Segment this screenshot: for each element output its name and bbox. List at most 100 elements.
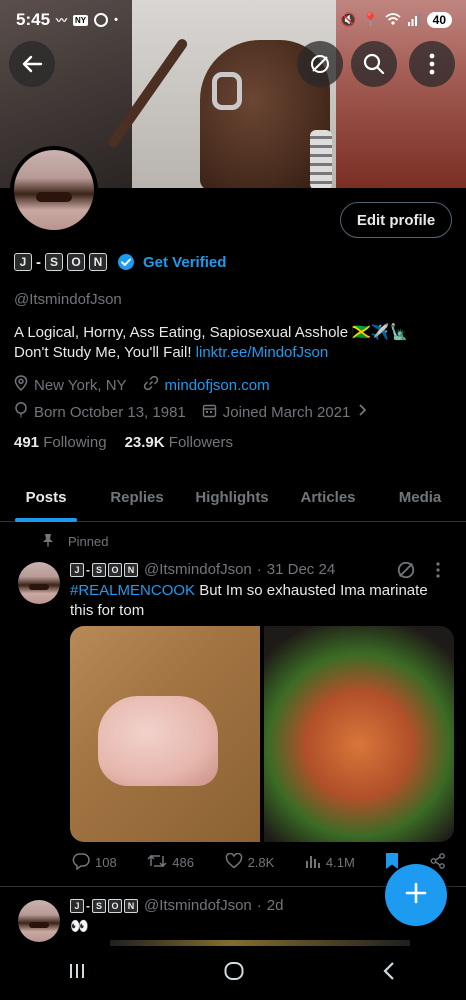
notification-circle-icon: [94, 13, 109, 27]
following-label: Following: [43, 434, 107, 451]
heart-icon: [225, 852, 243, 872]
views-count: 4.1M: [325, 855, 355, 870]
following-link[interactable]: 491 Following: [14, 434, 107, 451]
wifi-icon: [385, 12, 401, 29]
more-button[interactable]: [409, 41, 455, 87]
profile-website[interactable]: mindofjson.com: [165, 377, 270, 394]
reply-button[interactable]: 108: [72, 852, 117, 873]
notification-app-icon: NY: [73, 14, 89, 26]
link-icon: [143, 375, 159, 395]
tab-posts[interactable]: Posts: [0, 472, 92, 522]
profile-location: New York, NY: [34, 376, 127, 394]
bio-link[interactable]: linktr.ee/MindofJson: [196, 344, 329, 361]
arrow-left-icon: [21, 53, 43, 75]
slash-circle-icon: [309, 53, 331, 75]
followers-link[interactable]: 23.9K Followers: [125, 434, 233, 451]
search-button[interactable]: [351, 41, 397, 87]
back-button[interactable]: [9, 41, 55, 87]
profile-meta-row-2: Born October 13, 1981 Joined March 2021: [14, 402, 368, 422]
tab-media[interactable]: Media: [374, 472, 466, 522]
followers-label: Followers: [168, 434, 233, 451]
name-dash: -: [36, 253, 41, 271]
reply-count: 108: [95, 855, 117, 870]
post-separator: ·: [256, 897, 262, 914]
post-image-1[interactable]: [70, 626, 260, 842]
post-hashtag[interactable]: #REALMENCOOK: [70, 582, 195, 599]
display-name: J - S O N Get Verified: [14, 253, 226, 271]
system-navigation-bar: [0, 946, 466, 1000]
name-glyph: N: [89, 253, 107, 271]
tab-replies[interactable]: Replies: [92, 472, 182, 522]
like-count: 2.8K: [247, 855, 275, 870]
name-glyph: O: [67, 253, 85, 271]
name-glyph: J: [70, 562, 84, 577]
profile-avatar-frame[interactable]: [10, 146, 98, 234]
pinned-label: Pinned: [68, 534, 109, 549]
name-glyph: N: [124, 898, 138, 913]
post-author-avatar[interactable]: [18, 562, 60, 604]
post-separator: ·: [256, 561, 262, 578]
pinned-indicator: Pinned: [42, 533, 108, 550]
profile-bio: A Logical, Horny, Ass Eating, Sapiosexua…: [14, 323, 454, 363]
recent-apps-button[interactable]: [68, 962, 86, 985]
signal-icon: [407, 12, 421, 29]
post-image-2[interactable]: [264, 626, 454, 842]
back-nav-button[interactable]: [382, 961, 398, 986]
post-author-avatar[interactable]: [18, 900, 60, 942]
repost-button[interactable]: 486: [147, 852, 194, 873]
name-dash: -: [86, 562, 90, 577]
following-count: 491: [14, 434, 40, 451]
post-date[interactable]: 31 Dec 24: [267, 561, 335, 578]
name-glyph: S: [45, 253, 63, 271]
mute-icon: 🔇: [340, 12, 357, 27]
more-vertical-icon: [429, 53, 435, 75]
profile-handle: @ItsmindofJson: [14, 291, 122, 308]
dot-icon: •: [114, 14, 119, 26]
bio-line-2: Don't Study Me, You'll Fail! linktr.ee/M…: [14, 343, 454, 363]
chevron-right-icon[interactable]: [356, 403, 368, 421]
post-date[interactable]: 2d: [267, 897, 284, 914]
avatar-eyes: [29, 584, 49, 590]
name-glyph: O: [108, 562, 122, 577]
name-glyph: O: [108, 898, 122, 913]
post-header: J - S O N @ItsmindofJson · 2d: [70, 897, 283, 914]
avatar-eyes: [29, 922, 49, 928]
edit-profile-button[interactable]: Edit profile: [340, 202, 452, 238]
name-glyph: J: [70, 898, 84, 913]
battery-indicator: 40: [426, 12, 452, 28]
calendar-icon: [202, 403, 217, 422]
name-glyph: J: [14, 253, 32, 271]
reply-icon: [72, 852, 90, 873]
post-header: J - S O N @ItsmindofJson · 31 Dec 24: [70, 561, 335, 578]
status-right: 🔇 📍 40: [340, 12, 452, 29]
like-button[interactable]: 2.8K: [225, 852, 275, 872]
bio-text: Don't Study Me, You'll Fail!: [14, 344, 196, 361]
verified-badge-icon: [117, 253, 135, 271]
post-actions: 108 486 2.8K 4.1M: [72, 852, 446, 873]
followers-count: 23.9K: [124, 434, 165, 451]
pin-icon: [42, 533, 54, 550]
post-more-icon[interactable]: [436, 562, 440, 583]
signal-wave-icon: 〰: [56, 15, 68, 27]
grok-button[interactable]: [297, 41, 343, 87]
profile-joined: Joined March 2021: [222, 403, 351, 421]
post-handle[interactable]: @ItsmindofJson: [144, 561, 252, 578]
post-body: 👀: [70, 918, 89, 935]
post-handle[interactable]: @ItsmindofJson: [144, 897, 252, 914]
bio-line-1: A Logical, Horny, Ass Eating, Sapiosexua…: [14, 324, 409, 341]
tab-articles[interactable]: Articles: [282, 472, 374, 522]
tab-highlights[interactable]: Highlights: [182, 472, 282, 522]
banner-chain: [310, 130, 332, 188]
views-button[interactable]: 4.1M: [305, 853, 355, 872]
home-button[interactable]: [223, 960, 245, 987]
status-bar: 5:45 〰 NY • 🔇 📍 40: [0, 0, 466, 40]
location-icon: 📍: [362, 12, 379, 27]
name-glyph: S: [92, 898, 106, 913]
profile-tabs: Posts Replies Highlights Articles Media: [0, 472, 466, 522]
plus-icon: [404, 881, 428, 910]
get-verified-link[interactable]: Get Verified: [143, 254, 226, 271]
image-subject: [98, 696, 218, 786]
balloon-icon: [14, 402, 28, 422]
compose-post-button[interactable]: [385, 864, 447, 926]
profile-birthday: Born October 13, 1981: [34, 403, 186, 421]
